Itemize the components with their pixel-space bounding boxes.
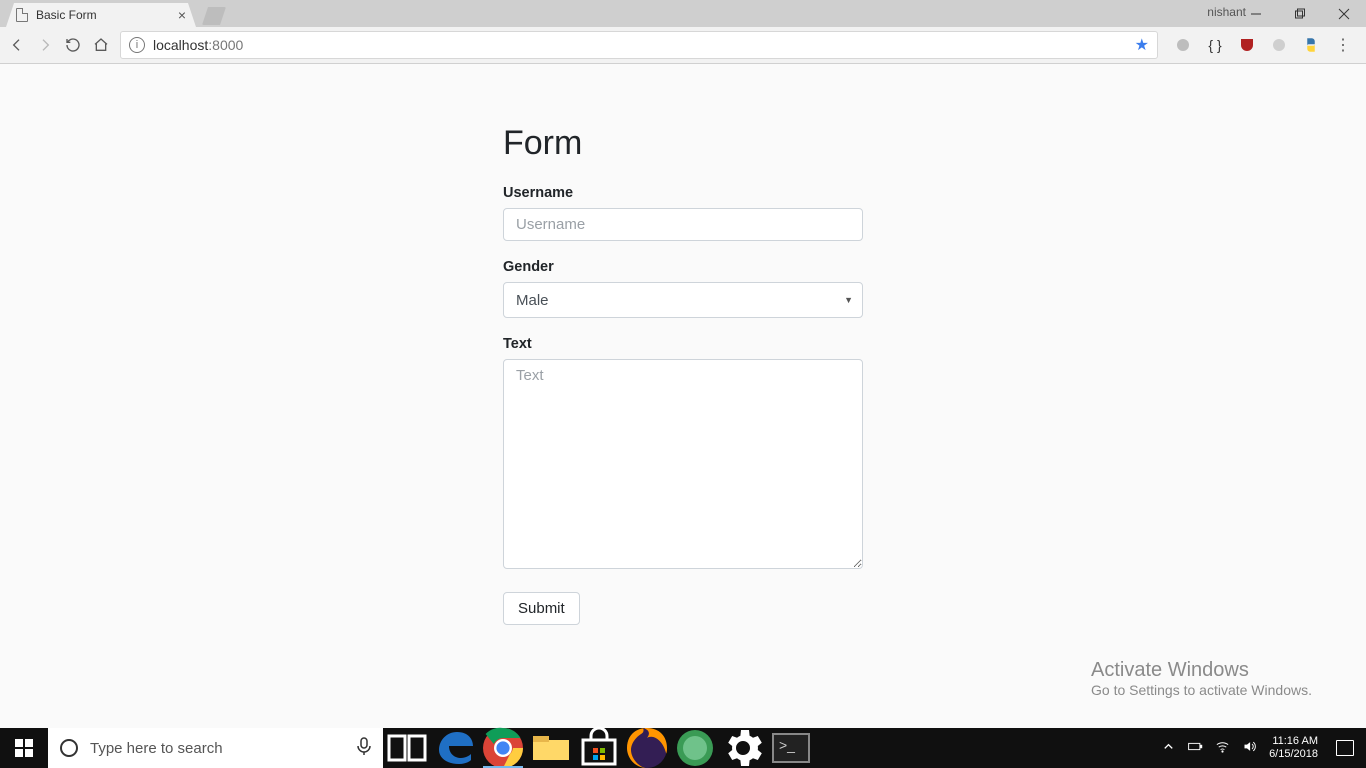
python-icon[interactable] bbox=[1302, 36, 1320, 54]
chrome-menu-icon[interactable]: ⋮ bbox=[1334, 36, 1352, 54]
page-icon bbox=[16, 8, 28, 22]
clock-date: 6/15/2018 bbox=[1269, 748, 1318, 761]
store-icon[interactable] bbox=[575, 728, 623, 768]
app-icon[interactable] bbox=[671, 728, 719, 768]
tab-close-icon[interactable]: × bbox=[178, 7, 186, 23]
settings-icon[interactable] bbox=[719, 728, 767, 768]
tray-chevron-icon[interactable] bbox=[1161, 739, 1176, 757]
battery-icon[interactable] bbox=[1188, 739, 1203, 757]
new-tab-button[interactable] bbox=[202, 7, 226, 25]
page-viewport: Form Username Gender Male Text Submit Ac… bbox=[0, 64, 1366, 728]
browser-toolbar: i localhost:8000 ★ { } ⋮ bbox=[0, 27, 1366, 64]
mic-icon[interactable] bbox=[357, 737, 371, 759]
reload-button[interactable] bbox=[64, 36, 82, 54]
window-controls bbox=[1234, 0, 1366, 27]
terminal-icon[interactable]: >_ bbox=[767, 728, 815, 768]
maximize-button[interactable] bbox=[1278, 0, 1322, 27]
address-bar[interactable]: i localhost:8000 ★ bbox=[120, 31, 1158, 59]
ublock-icon[interactable] bbox=[1238, 36, 1256, 54]
tab-title: Basic Form bbox=[36, 8, 97, 22]
gender-group: Gender Male bbox=[503, 259, 863, 318]
window-titlebar: Basic Form × nishant bbox=[0, 0, 1366, 27]
task-view-icon[interactable] bbox=[383, 728, 431, 768]
volume-icon[interactable] bbox=[1242, 739, 1257, 757]
gender-select[interactable]: Male bbox=[503, 282, 863, 318]
tab-strip: Basic Form × bbox=[0, 0, 226, 27]
close-window-button[interactable] bbox=[1322, 0, 1366, 27]
browser-tab[interactable]: Basic Form × bbox=[6, 3, 196, 27]
start-button[interactable] bbox=[0, 728, 48, 768]
svg-text:>_: >_ bbox=[779, 737, 795, 753]
url-rest: :8000 bbox=[208, 37, 243, 53]
gender-select-wrap: Male bbox=[503, 282, 863, 318]
home-button[interactable] bbox=[92, 36, 110, 54]
firefox-icon[interactable] bbox=[623, 728, 671, 768]
forward-button[interactable] bbox=[36, 36, 54, 54]
taskbar-clock[interactable]: 11:16 AM 6/15/2018 bbox=[1269, 735, 1318, 760]
wifi-icon[interactable] bbox=[1215, 739, 1230, 757]
watermark-subtitle: Go to Settings to activate Windows. bbox=[1091, 682, 1312, 698]
text-group: Text bbox=[503, 336, 863, 574]
extension-braces-icon[interactable]: { } bbox=[1206, 36, 1224, 54]
taskbar-pinned: >_ bbox=[383, 728, 815, 768]
taskbar-search[interactable]: Type here to search bbox=[48, 728, 383, 768]
form-container: Form Username Gender Male Text Submit bbox=[503, 124, 863, 625]
system-tray: 11:16 AM 6/15/2018 bbox=[1161, 728, 1366, 768]
username-label: Username bbox=[503, 185, 863, 201]
username-group: Username bbox=[503, 185, 863, 241]
extension-icons: { } ⋮ bbox=[1168, 36, 1358, 54]
bookmark-star-icon[interactable]: ★ bbox=[1135, 35, 1149, 55]
minimize-button[interactable] bbox=[1234, 0, 1278, 27]
chrome-icon[interactable] bbox=[479, 728, 527, 768]
back-button[interactable] bbox=[8, 36, 26, 54]
watermark-title: Activate Windows bbox=[1091, 659, 1312, 682]
edge-icon[interactable] bbox=[431, 728, 479, 768]
gender-label: Gender bbox=[503, 259, 863, 275]
activate-windows-watermark: Activate Windows Go to Settings to activ… bbox=[1091, 659, 1312, 698]
site-info-icon[interactable]: i bbox=[129, 37, 145, 53]
action-center-icon[interactable] bbox=[1336, 740, 1354, 756]
url-host: localhost bbox=[153, 37, 208, 53]
page-title: Form bbox=[503, 124, 863, 163]
cortana-icon bbox=[60, 739, 78, 757]
text-label: Text bbox=[503, 336, 863, 352]
clock-time: 11:16 AM bbox=[1269, 735, 1318, 748]
file-explorer-icon[interactable] bbox=[527, 728, 575, 768]
search-placeholder: Type here to search bbox=[90, 740, 223, 757]
text-input[interactable] bbox=[503, 359, 863, 569]
extension-icon[interactable] bbox=[1174, 36, 1192, 54]
username-input[interactable] bbox=[503, 208, 863, 241]
submit-button[interactable]: Submit bbox=[503, 592, 580, 625]
extension-icon[interactable] bbox=[1270, 36, 1288, 54]
windows-taskbar: Type here to search >_ 11:16 AM 6/15/201… bbox=[0, 728, 1366, 768]
